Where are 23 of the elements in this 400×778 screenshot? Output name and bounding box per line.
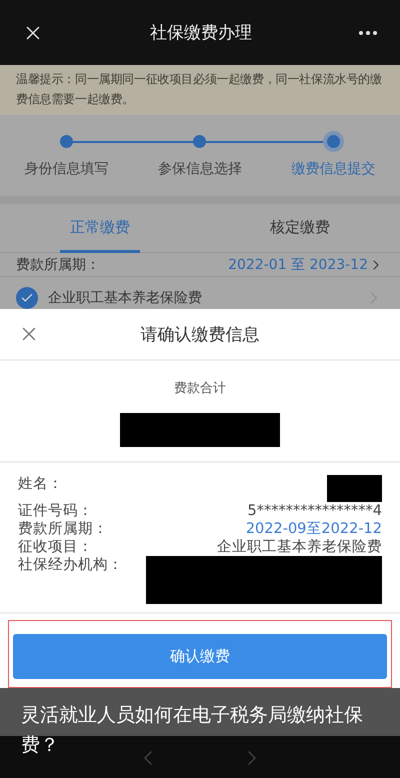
total-label: 费款合计 [174,380,226,397]
redaction-bar [327,475,382,502]
field-label: 证件号码： [18,502,93,520]
field-value: 企业职工基本养老保险费 [217,538,382,556]
step-label: 缴费信息提交 [291,160,376,178]
field-label: 姓名： [18,475,63,493]
field-label: 征收项目： [18,538,93,556]
field-label: 社保经办机构： [18,556,123,574]
checkbox[interactable] [16,287,38,309]
confirm-button[interactable]: 确认缴费 [13,634,387,679]
field-value: 5****************4 [248,502,382,520]
step-label: 身份信息填写 [24,160,109,178]
field-label: 费款所属期： [18,520,108,538]
item-label: 企业职工基本养老保险费 [48,289,203,307]
page-title: 社保缴费办理 [150,22,252,44]
notice-banner: 温馨提示：同一属期同一征收项目必须一起缴费，同一社保流水号的缴费信息需要一起缴费。 [0,65,400,115]
tab[interactable]: 核定缴费 [200,204,400,252]
period-link[interactable]: 2022-01 至 2023-12 [228,256,384,274]
more-icon[interactable] [358,30,378,36]
step-label: 参保信息选择 [158,160,242,178]
dialog-title: 请确认缴费信息 [140,324,260,346]
field-value: 2022-09至2022-12 [246,520,382,538]
period-label: 费款所属期： [16,256,100,274]
